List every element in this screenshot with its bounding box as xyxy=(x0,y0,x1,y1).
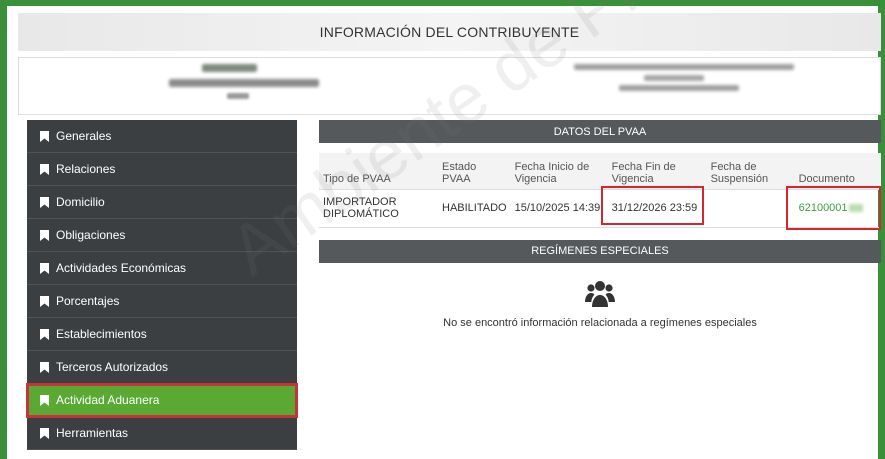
bookmark-icon xyxy=(40,130,49,142)
cell-estado: HABILITADO xyxy=(438,189,511,228)
sidebar-item-label: Terceros Autorizados xyxy=(56,360,169,374)
sidebar-item-label: Domicilio xyxy=(56,195,105,209)
sidebar-item-label: Actividad Aduanera xyxy=(56,393,160,407)
pvaa-table: Tipo de PVAA Estado PVAA Fecha Inicio de… xyxy=(319,153,881,228)
sidebar-item-establecimientos[interactable]: Establecimientos xyxy=(27,318,297,351)
regimenes-section-header: REGÍMENES ESPECIALES xyxy=(319,239,881,263)
column-header: Fecha Fin de Vigencia xyxy=(607,153,707,190)
pvaa-section-title: DATOS DEL PVAA xyxy=(553,125,647,138)
cell-tipo: IMPORTADOR DIPLOMÁTICO xyxy=(319,189,438,228)
sidebar-nav: Generales Relaciones Domicilio Obligacio… xyxy=(26,120,298,450)
redacted-taxpayer-status xyxy=(227,93,249,99)
regimenes-section: REGÍMENES ESPECIALES No se encontró info… xyxy=(319,239,881,329)
sidebar-item-actividad-aduanera[interactable]: Actividad Aduanera xyxy=(26,383,298,418)
cell-fecha-inicio: 15/10/2025 14:39 xyxy=(510,189,608,228)
redacted-taxpayer-id xyxy=(202,64,257,72)
bookmark-icon xyxy=(40,328,49,340)
redacted-taxpayer-name xyxy=(169,79,319,87)
sidebar-item-obligaciones[interactable]: Obligaciones xyxy=(27,219,297,252)
table-header-row: Tipo de PVAA Estado PVAA Fecha Inicio de… xyxy=(319,153,881,190)
column-header: Tipo de PVAA xyxy=(319,153,438,190)
pvaa-section-header: DATOS DEL PVAA xyxy=(319,120,881,143)
column-header: Fecha de Suspensión xyxy=(706,153,795,190)
document-link[interactable]: 62100001 xyxy=(799,202,848,214)
sidebar-item-label: Establecimientos xyxy=(56,327,147,341)
sidebar-item-label: Herramientas xyxy=(56,426,129,440)
empty-message: No se encontró información relacionada a… xyxy=(443,316,757,329)
bookmark-icon xyxy=(40,262,49,274)
column-header: Estado PVAA xyxy=(438,153,511,190)
bookmark-icon xyxy=(40,394,49,406)
regimenes-empty-state: No se encontró información relacionada a… xyxy=(319,263,881,329)
sidebar-item-label: Obligaciones xyxy=(56,228,126,242)
page-title: INFORMACIÓN DEL CONTRIBUYENTE xyxy=(319,24,580,40)
main-content: DATOS DEL PVAA Tipo de PVAA Estado PVAA … xyxy=(319,120,881,329)
cell-documento: 62100001 xyxy=(794,189,881,228)
sidebar-item-generales[interactable]: Generales xyxy=(27,120,297,153)
redacted-phone xyxy=(644,75,704,81)
sidebar-item-label: Relaciones xyxy=(56,162,116,176)
cell-fecha-suspension xyxy=(706,189,795,228)
users-icon xyxy=(585,280,615,307)
sidebar-item-label: Actividades Económicas xyxy=(56,261,187,275)
taxpayer-header xyxy=(18,57,881,115)
bookmark-icon xyxy=(40,295,49,307)
bookmark-icon xyxy=(40,361,49,373)
column-header: Fecha Inicio de Vigencia xyxy=(510,153,608,190)
bookmark-icon xyxy=(40,163,49,175)
redacted-address-line xyxy=(574,64,794,70)
regimenes-section-title: REGÍMENES ESPECIALES xyxy=(531,245,669,257)
sidebar-item-terceros-autorizados[interactable]: Terceros Autorizados xyxy=(27,351,297,384)
bookmark-icon xyxy=(40,196,49,208)
sidebar-item-actividades-economicas[interactable]: Actividades Económicas xyxy=(27,252,297,285)
redacted-document-suffix xyxy=(848,204,863,213)
sidebar-item-herramientas[interactable]: Herramientas xyxy=(27,417,297,450)
sidebar-item-porcentajes[interactable]: Porcentajes xyxy=(27,285,297,318)
column-header: Documento xyxy=(794,153,881,190)
sidebar-item-label: Generales xyxy=(56,129,112,143)
table-row: IMPORTADOR DIPLOMÁTICO HABILITADO 15/10/… xyxy=(319,189,881,228)
bookmark-icon xyxy=(40,427,49,439)
redacted-email xyxy=(619,85,739,91)
sidebar-item-label: Porcentajes xyxy=(56,294,120,308)
sidebar-item-domicilio[interactable]: Domicilio xyxy=(27,186,297,219)
page-title-bar: INFORMACIÓN DEL CONTRIBUYENTE xyxy=(18,13,881,51)
cell-fecha-fin: 31/12/2026 23:59 xyxy=(607,189,707,228)
bookmark-icon xyxy=(40,229,49,241)
sidebar-item-relaciones[interactable]: Relaciones xyxy=(27,153,297,186)
